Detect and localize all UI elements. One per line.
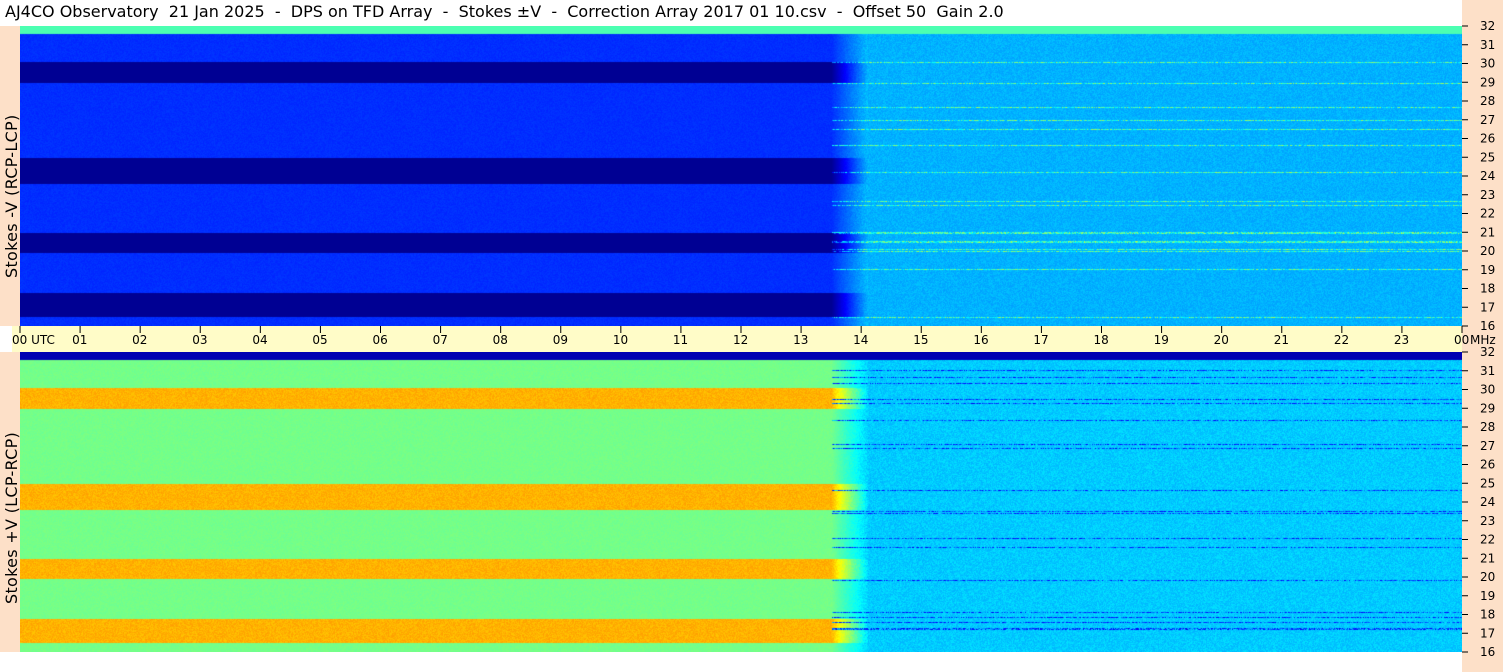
- top-freq-tick-label: 21: [1480, 225, 1495, 239]
- bottom-freq-tick-label: 29: [1480, 401, 1495, 415]
- time-tick-label: 00: [1454, 333, 1469, 347]
- top-freq-tick-label: 18: [1480, 282, 1495, 296]
- time-tick-label: 21: [1274, 333, 1289, 347]
- time-tick-label: 00 UTC: [12, 333, 55, 347]
- top-freq-tick-label: 29: [1480, 75, 1495, 89]
- axes-overlay: 00 UTC 01 02 03 04 05 06 07 08 09 10 11 12 13 14 15 16 17…: [12, 19, 1496, 659]
- time-tick-label: 06: [373, 333, 388, 347]
- top-freq-tick-label: 16: [1480, 319, 1495, 333]
- time-tick-label: 15: [913, 333, 928, 347]
- time-tick-label: 17: [1033, 333, 1048, 347]
- bottom-freq-tick-label: 28: [1480, 420, 1495, 434]
- time-tick-label: 13: [793, 333, 808, 347]
- time-tick-label: 01: [72, 333, 87, 347]
- bottom-freq-tick-label: 21: [1480, 551, 1495, 565]
- time-tick-label: 04: [252, 333, 267, 347]
- time-tick-label: 23: [1394, 333, 1409, 347]
- time-tick-label: 08: [493, 333, 508, 347]
- top-freq-tick-label: 32: [1480, 19, 1495, 33]
- bottom-freq-tick-label: 19: [1480, 589, 1495, 603]
- time-tick-label: 18: [1094, 333, 1109, 347]
- bottom-freq-tick-label: 22: [1480, 533, 1495, 547]
- time-tick-label: 22: [1334, 333, 1349, 347]
- time-tick-label: 02: [132, 333, 147, 347]
- top-freq-tick-label: 20: [1480, 244, 1495, 258]
- bottom-freq-tick-label: 26: [1480, 458, 1495, 472]
- time-tick-label: 14: [853, 333, 868, 347]
- time-tick-label: 12: [733, 333, 748, 347]
- time-tick-label: 11: [673, 333, 688, 347]
- time-tick-label: 05: [312, 333, 327, 347]
- bottom-freq-tick-label: 25: [1480, 476, 1495, 490]
- bottom-freq-tick-label: 24: [1480, 495, 1495, 509]
- top-freq-tick-label: 30: [1480, 57, 1495, 71]
- top-freq-tick-label: 27: [1480, 113, 1495, 127]
- bottom-freq-tick-label: 30: [1480, 383, 1495, 397]
- time-tick-label: 03: [192, 333, 207, 347]
- top-freq-tick-label: 23: [1480, 188, 1495, 202]
- bottom-freq-tick-label: 17: [1480, 626, 1495, 640]
- bottom-freq-tick-label: 32: [1480, 345, 1495, 359]
- time-tick-label: 07: [433, 333, 448, 347]
- top-freq-tick-label: 19: [1480, 263, 1495, 277]
- top-freq-tick-label: 17: [1480, 300, 1495, 314]
- time-tick-label: 09: [553, 333, 568, 347]
- bottom-freq-tick-label: 16: [1480, 645, 1495, 659]
- time-tick-label: 16: [973, 333, 988, 347]
- bottom-freq-tick-label: 27: [1480, 439, 1495, 453]
- top-freq-tick-label: 25: [1480, 150, 1495, 164]
- top-freq-tick-label: 24: [1480, 169, 1495, 183]
- bottom-freq-tick-label: 23: [1480, 514, 1495, 528]
- top-freq-tick-label: 28: [1480, 94, 1495, 108]
- bottom-freq-tick-label: 18: [1480, 608, 1495, 622]
- bottom-freq-tick-label: 31: [1480, 364, 1495, 378]
- time-tick-label: 19: [1154, 333, 1169, 347]
- top-freq-tick-label: 31: [1480, 38, 1495, 52]
- time-tick-label: 20: [1214, 333, 1229, 347]
- top-freq-tick-label: 22: [1480, 207, 1495, 221]
- time-tick-label: 10: [613, 333, 628, 347]
- top-freq-tick-label: 26: [1480, 132, 1495, 146]
- bottom-freq-tick-label: 20: [1480, 570, 1495, 584]
